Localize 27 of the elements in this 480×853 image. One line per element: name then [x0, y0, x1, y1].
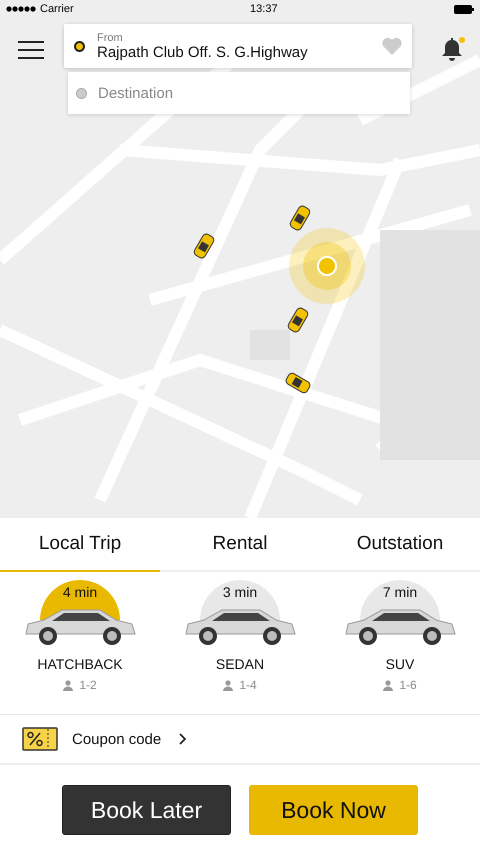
- vehicle-option[interactable]: 7 min SUV 1-6: [320, 572, 480, 714]
- eta-text: 7 min: [382, 584, 418, 600]
- signal-icon: [6, 6, 36, 12]
- pickup-address: Rajpath Club Off. S. G.Highway: [97, 44, 309, 60]
- notification-button[interactable]: [440, 36, 464, 64]
- battery-icon: [454, 4, 474, 14]
- booking-button[interactable]: Book Now: [249, 785, 418, 835]
- eta-text: 4 min: [62, 584, 98, 600]
- carrier-name: Carrier: [40, 3, 74, 15]
- chevron-right-icon: [179, 733, 188, 745]
- seat-count: 1-2: [79, 678, 97, 692]
- booking-button[interactable]: Book Later: [62, 785, 231, 835]
- seat-count: 1-6: [399, 678, 417, 692]
- pickup-dot-icon: [74, 40, 85, 52]
- from-label: From: [97, 32, 124, 44]
- location-pulse-icon: [289, 228, 365, 304]
- vehicle-option[interactable]: 3 min SEDAN 1-4: [160, 572, 320, 714]
- pickup-field[interactable]: From Rajpath Club Off. S. G.Highway: [64, 24, 412, 68]
- coupon-ticket-icon: [22, 727, 58, 751]
- destination-field[interactable]: Destination: [68, 72, 410, 114]
- person-icon: [63, 680, 74, 690]
- status-time: 13:37: [250, 3, 278, 15]
- person-icon: [223, 680, 234, 690]
- eta-text: 3 min: [222, 584, 258, 600]
- person-icon: [383, 680, 394, 690]
- seat-count: 1-4: [239, 678, 257, 692]
- vehicle-option[interactable]: 4 min HATCHBACK 1-2: [0, 572, 160, 714]
